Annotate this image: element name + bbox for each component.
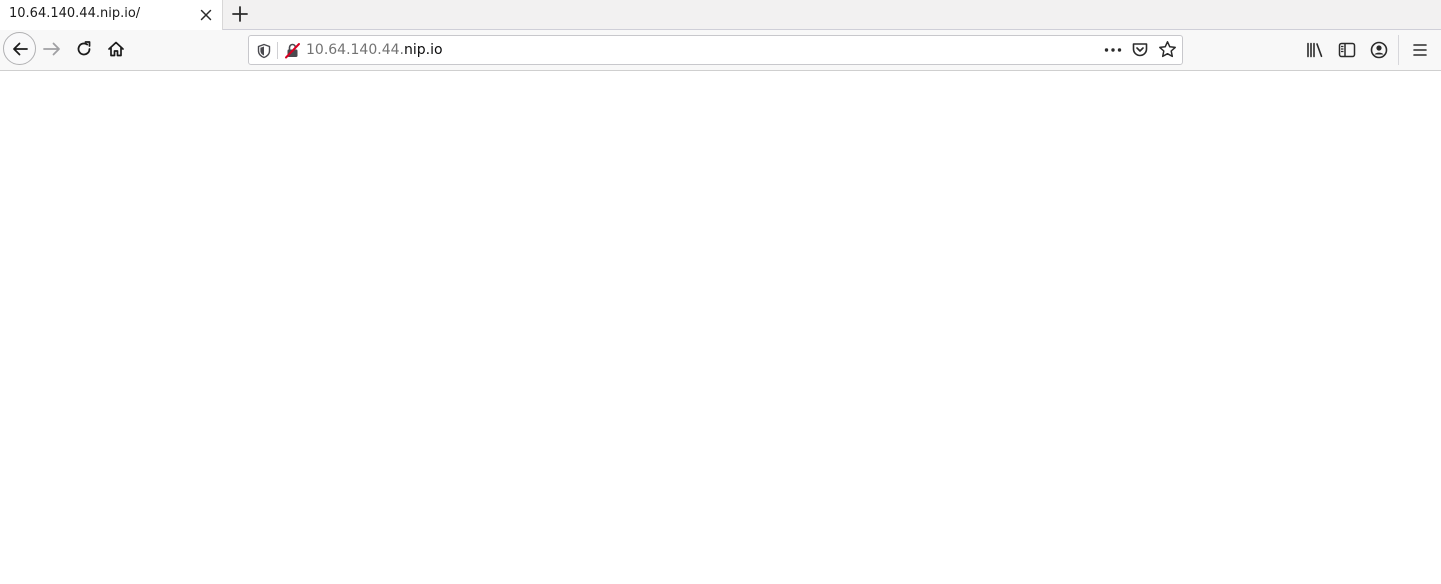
toolbar-divider: [1398, 35, 1399, 65]
arrow-right-icon[interactable]: [42, 39, 62, 59]
url-separator: [277, 42, 278, 59]
close-icon[interactable]: [197, 6, 215, 24]
url-bar[interactable]: 10.64.140.44.nip.io: [248, 35, 1183, 65]
sidebar-icon[interactable]: [1337, 40, 1357, 60]
account-icon[interactable]: [1369, 40, 1389, 60]
home-icon[interactable]: [106, 39, 126, 59]
more-horizontal-icon[interactable]: [1103, 41, 1123, 59]
tab-active[interactable]: 10.64.140.44.nip.io/: [0, 0, 223, 30]
tab-title: 10.64.140.44.nip.io/: [9, 6, 141, 21]
pocket-icon[interactable]: [1131, 41, 1149, 59]
hamburger-menu-icon[interactable]: [1410, 40, 1430, 60]
url-text[interactable]: 10.64.140.44.nip.io: [306, 42, 443, 58]
page-content[interactable]: [0, 71, 1441, 584]
plus-icon[interactable]: [229, 3, 251, 25]
insecure-lock-icon[interactable]: [284, 42, 301, 59]
url-host-domain: nip.io: [403, 42, 443, 58]
library-icon[interactable]: [1305, 40, 1325, 60]
shield-icon[interactable]: [256, 43, 272, 59]
nav-toolbar: 10.64.140.44.nip.io: [0, 30, 1441, 71]
arrow-left-icon[interactable]: [3, 32, 36, 65]
url-host-prefix: 10.64.140.44.: [306, 42, 404, 58]
reload-icon[interactable]: [74, 39, 94, 59]
star-icon[interactable]: [1158, 40, 1177, 59]
tab-strip: 10.64.140.44.nip.io/: [0, 0, 1441, 30]
